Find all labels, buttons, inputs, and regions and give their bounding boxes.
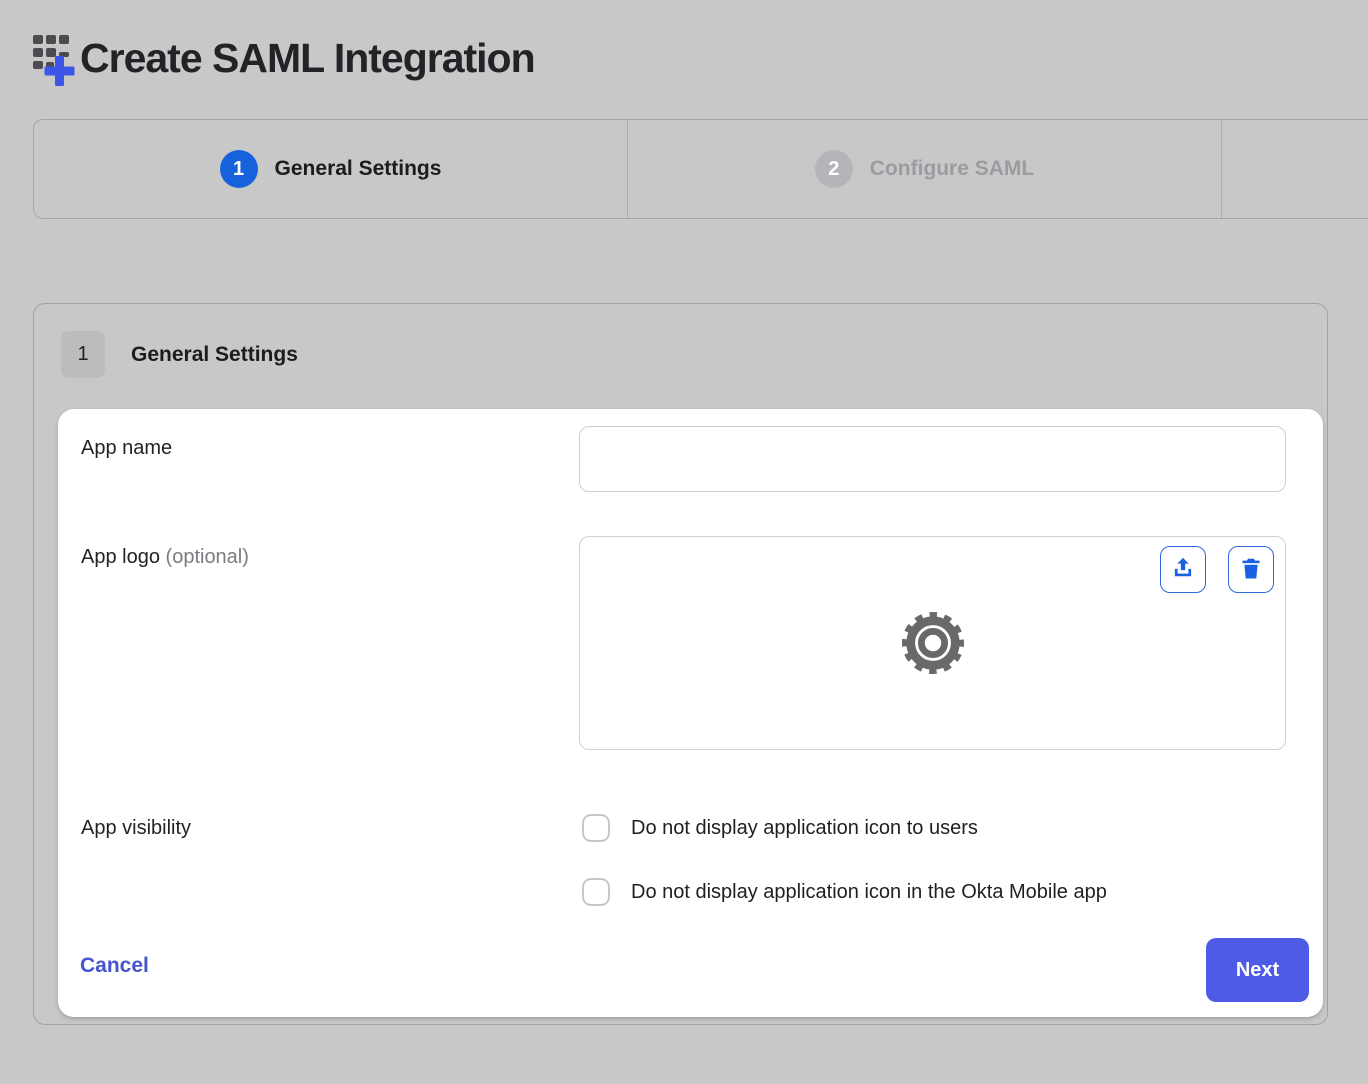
hide-icon-users-checkbox[interactable] [582,814,610,842]
page-title: Create SAML Integration [80,30,535,86]
upload-icon [1170,555,1196,584]
step-number-badge: 1 [220,150,258,188]
next-button[interactable]: Next [1206,938,1309,1002]
app-logo-optional-note: (optional) [166,546,249,568]
app-logo-preview [579,536,1286,750]
general-settings-panel: 1 General Settings App name App logo (op… [33,303,1328,1025]
step-partial-offscreen [1222,120,1368,218]
app-name-label: App name [81,434,172,462]
app-name-input[interactable] [579,426,1286,492]
step-configure-saml[interactable]: 2 Configure SAML [628,120,1222,218]
step-label: General Settings [275,157,442,181]
checkbox-label[interactable]: Do not display application icon in the O… [631,881,1107,904]
app-visibility-label: App visibility [81,814,191,842]
trash-icon [1239,556,1263,584]
delete-logo-button[interactable] [1228,546,1274,593]
step-label: Configure SAML [870,157,1034,181]
gear-icon [902,612,964,674]
app-logo-label: App logo (optional) [81,543,249,571]
section-title: General Settings [131,331,298,378]
step-general-settings[interactable]: 1 General Settings [34,120,628,218]
logo-action-buttons [1160,546,1274,593]
general-settings-card: App name App logo (optional) [58,409,1323,1017]
visibility-option-row: Do not display application icon in the O… [582,878,1107,906]
apps-grid-plus-icon [33,33,81,92]
hide-icon-mobile-checkbox[interactable] [582,878,610,906]
upload-logo-button[interactable] [1160,546,1206,593]
cancel-button[interactable]: Cancel [80,954,149,978]
checkbox-label[interactable]: Do not display application icon to users [631,817,978,840]
wizard-steps-bar: 1 General Settings 2 Configure SAML [33,119,1368,219]
visibility-option-row: Do not display application icon to users [582,814,978,842]
section-number-badge: 1 [61,331,105,378]
step-number-badge: 2 [815,150,853,188]
